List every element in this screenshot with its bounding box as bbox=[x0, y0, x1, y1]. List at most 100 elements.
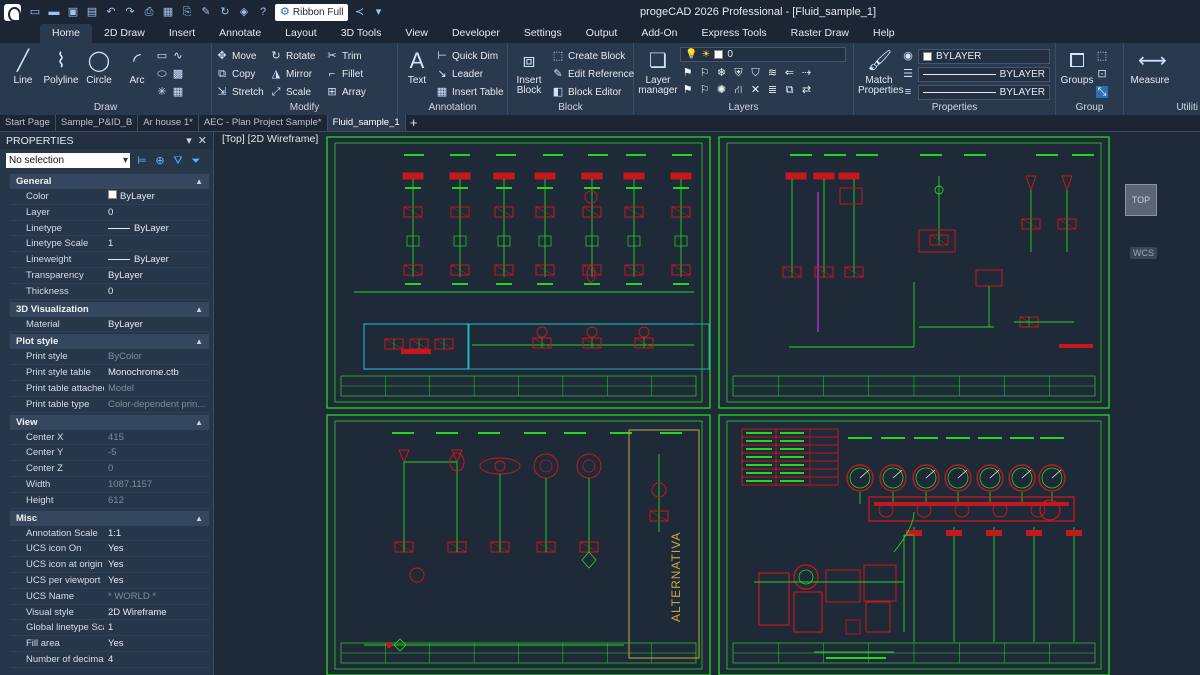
edit-reference-button[interactable]: ✎ Edit Reference bbox=[552, 65, 634, 83]
property-value[interactable]: Yes bbox=[104, 541, 209, 556]
property-value[interactable]: 0 bbox=[104, 461, 209, 476]
doc-tab-aec-plan[interactable]: AEC - Plan Project Sample* bbox=[199, 115, 328, 131]
property-row[interactable]: Print style ByColor bbox=[10, 349, 209, 366]
layer-freeze-icon[interactable]: ❄ bbox=[714, 66, 729, 81]
doc-tab-sample-pid[interactable]: Sample_P&ID_B bbox=[56, 115, 139, 131]
match-properties-icon[interactable]: ✎ bbox=[198, 4, 214, 20]
collapse-caret-icon[interactable]: ▲ bbox=[195, 305, 203, 314]
print-icon[interactable]: ⎙ bbox=[141, 4, 157, 20]
tab-view[interactable]: View bbox=[393, 24, 440, 43]
property-value[interactable]: 415 bbox=[104, 430, 209, 445]
tab-express-tools[interactable]: Express Tools bbox=[690, 24, 779, 43]
match-properties-button[interactable]: 🖌 Match Properties bbox=[858, 47, 904, 96]
property-row[interactable]: Thickness 0 bbox=[10, 284, 209, 300]
tab-layout[interactable]: Layout bbox=[273, 24, 329, 43]
property-row[interactable]: Layer 0 bbox=[10, 205, 209, 221]
close-icon[interactable]: ✕ bbox=[198, 135, 207, 147]
doc-tab-start-page[interactable]: Start Page bbox=[0, 115, 56, 131]
property-row[interactable]: Center X 415 bbox=[10, 430, 209, 446]
open-icon[interactable]: ▬ bbox=[46, 4, 62, 20]
circle-button[interactable]: ◯ Circle bbox=[80, 47, 118, 86]
trim-button[interactable]: ✂ Trim bbox=[326, 47, 386, 65]
toggle-pickadd-icon[interactable]: ⊨ bbox=[136, 155, 148, 167]
linetype-combo[interactable]: BYLAYER bbox=[918, 66, 1050, 82]
property-row[interactable]: Center Z 0 bbox=[10, 461, 209, 477]
property-value[interactable]: * WORLD * bbox=[104, 589, 209, 604]
group-panel-title[interactable]: Group bbox=[1056, 102, 1123, 114]
category-misc[interactable]: Misc ▲ bbox=[10, 510, 209, 526]
property-value[interactable]: ByLayer bbox=[104, 221, 209, 236]
layer-unlock-icon[interactable]: ⛉ bbox=[748, 66, 763, 81]
property-value[interactable]: Yes bbox=[104, 636, 209, 651]
layer-unisolate-icon[interactable]: ⚐ bbox=[697, 83, 712, 98]
print-preview-icon[interactable]: ▦ bbox=[160, 4, 176, 20]
copy-button[interactable]: ⧉ Copy bbox=[216, 65, 270, 83]
layers-panel-title[interactable]: Layers bbox=[634, 102, 853, 114]
property-value[interactable]: Monochrome.ctb bbox=[104, 365, 209, 380]
rectangle-icon[interactable]: ▭ bbox=[156, 50, 168, 62]
layer-walk-icon[interactable]: ⇢ bbox=[799, 66, 814, 81]
point-icon[interactable]: ✳ bbox=[156, 86, 168, 98]
scale-button[interactable]: ⤢ Scale bbox=[270, 83, 326, 101]
layer-match-icon[interactable]: ≋ bbox=[765, 66, 780, 81]
draw-panel-title[interactable]: Draw bbox=[0, 102, 211, 114]
modify-panel-title[interactable]: Modify bbox=[212, 102, 397, 114]
property-row[interactable]: Linetype ByLayer bbox=[10, 221, 209, 237]
quick-select-icon[interactable]: ⛛ bbox=[172, 155, 184, 167]
property-row[interactable]: Print table type Color-dependent prin... bbox=[10, 397, 209, 413]
layer-previous-icon[interactable]: ⇐ bbox=[782, 66, 797, 81]
property-value[interactable]: 1 bbox=[104, 236, 209, 251]
property-row[interactable]: UCS Name * WORLD * bbox=[10, 589, 209, 605]
property-value[interactable]: Yes bbox=[104, 573, 209, 588]
doc-tab-fluid-sample[interactable]: Fluid_sample_1 bbox=[327, 115, 406, 131]
property-value[interactable]: 612 bbox=[104, 493, 209, 508]
new-icon[interactable]: ▭ bbox=[27, 4, 43, 20]
collapse-caret-icon[interactable]: ▲ bbox=[195, 177, 203, 186]
tab-annotate[interactable]: Annotate bbox=[207, 24, 273, 43]
spline-icon[interactable]: ∿ bbox=[172, 50, 184, 62]
property-row[interactable]: Width 1087.1157 bbox=[10, 477, 209, 493]
color-combo[interactable]: BYLAYER bbox=[918, 48, 1050, 64]
layer-isolate-icon[interactable]: ⚐ bbox=[697, 66, 712, 81]
property-row[interactable]: Height 612 bbox=[10, 493, 209, 509]
tab-home[interactable]: Home bbox=[40, 24, 93, 43]
create-block-button[interactable]: ⬚ Create Block bbox=[552, 47, 634, 65]
category-3d-visualization[interactable]: 3D Visualization ▲ bbox=[10, 301, 209, 317]
stretch-button[interactable]: ⇲ Stretch bbox=[216, 83, 270, 101]
property-row[interactable]: UCS icon On Yes bbox=[10, 541, 209, 558]
ungroup-icon[interactable]: ⬚ bbox=[1096, 50, 1108, 62]
layer-manager-button[interactable]: ❏ Layer manager bbox=[638, 47, 678, 96]
property-value[interactable]: ByLayer bbox=[104, 189, 209, 204]
redo-icon[interactable]: ↷ bbox=[122, 4, 138, 20]
refresh-icon[interactable]: ↻ bbox=[217, 4, 233, 20]
fillet-button[interactable]: ⌐ Fillet bbox=[326, 65, 386, 83]
property-row[interactable]: Print table attached toModel bbox=[10, 381, 209, 397]
category-plot-style[interactable]: Plot style ▲ bbox=[10, 334, 209, 350]
utilities-panel-title[interactable]: Utiliti bbox=[1124, 102, 1200, 114]
property-row[interactable]: Transparency ByLayer bbox=[10, 268, 209, 284]
property-value[interactable]: 1 bbox=[104, 620, 209, 635]
new-tab-button[interactable]: + bbox=[406, 115, 422, 131]
tab-3d-tools[interactable]: 3D Tools bbox=[329, 24, 394, 43]
block-panel-title[interactable]: Block bbox=[508, 102, 633, 114]
property-row[interactable]: Linetype Scale 1 bbox=[10, 236, 209, 253]
block-editor-button[interactable]: ◧ Block Editor bbox=[552, 83, 634, 101]
ellipse-icon[interactable]: ⬭ bbox=[156, 68, 168, 80]
tab-output[interactable]: Output bbox=[574, 24, 630, 43]
selection-dropdown[interactable]: No selection bbox=[6, 153, 130, 168]
ribbon-mode-button[interactable]: ⚙ Ribbon Full bbox=[275, 3, 349, 21]
property-value[interactable]: Color-dependent prin... bbox=[104, 397, 209, 412]
group-select-icon[interactable]: ⤡ bbox=[1096, 86, 1108, 98]
property-value[interactable]: 0 bbox=[104, 284, 209, 299]
line-button[interactable]: ╱ Line bbox=[4, 47, 42, 86]
property-row[interactable]: Annotation Scale 1:1 bbox=[10, 526, 209, 542]
layers-icon[interactable]: ◈ bbox=[236, 4, 252, 20]
layer-thaw-icon[interactable]: ✺ bbox=[714, 83, 729, 98]
layer-on-icon[interactable]: ⚑ bbox=[680, 83, 695, 98]
drawing-canvas[interactable]: ALTERNATIVA [Top] [2D Wireframe] TOP WCS bbox=[214, 132, 1200, 675]
pin-icon[interactable]: ▾ bbox=[186, 135, 192, 147]
property-row[interactable]: Lineweight ByLayer bbox=[10, 252, 209, 268]
property-value[interactable]: -5 bbox=[104, 445, 209, 460]
property-row[interactable]: Number of decimal pl4 bbox=[10, 652, 209, 668]
insert-block-button[interactable]: ⧈ Insert Block bbox=[512, 47, 546, 96]
